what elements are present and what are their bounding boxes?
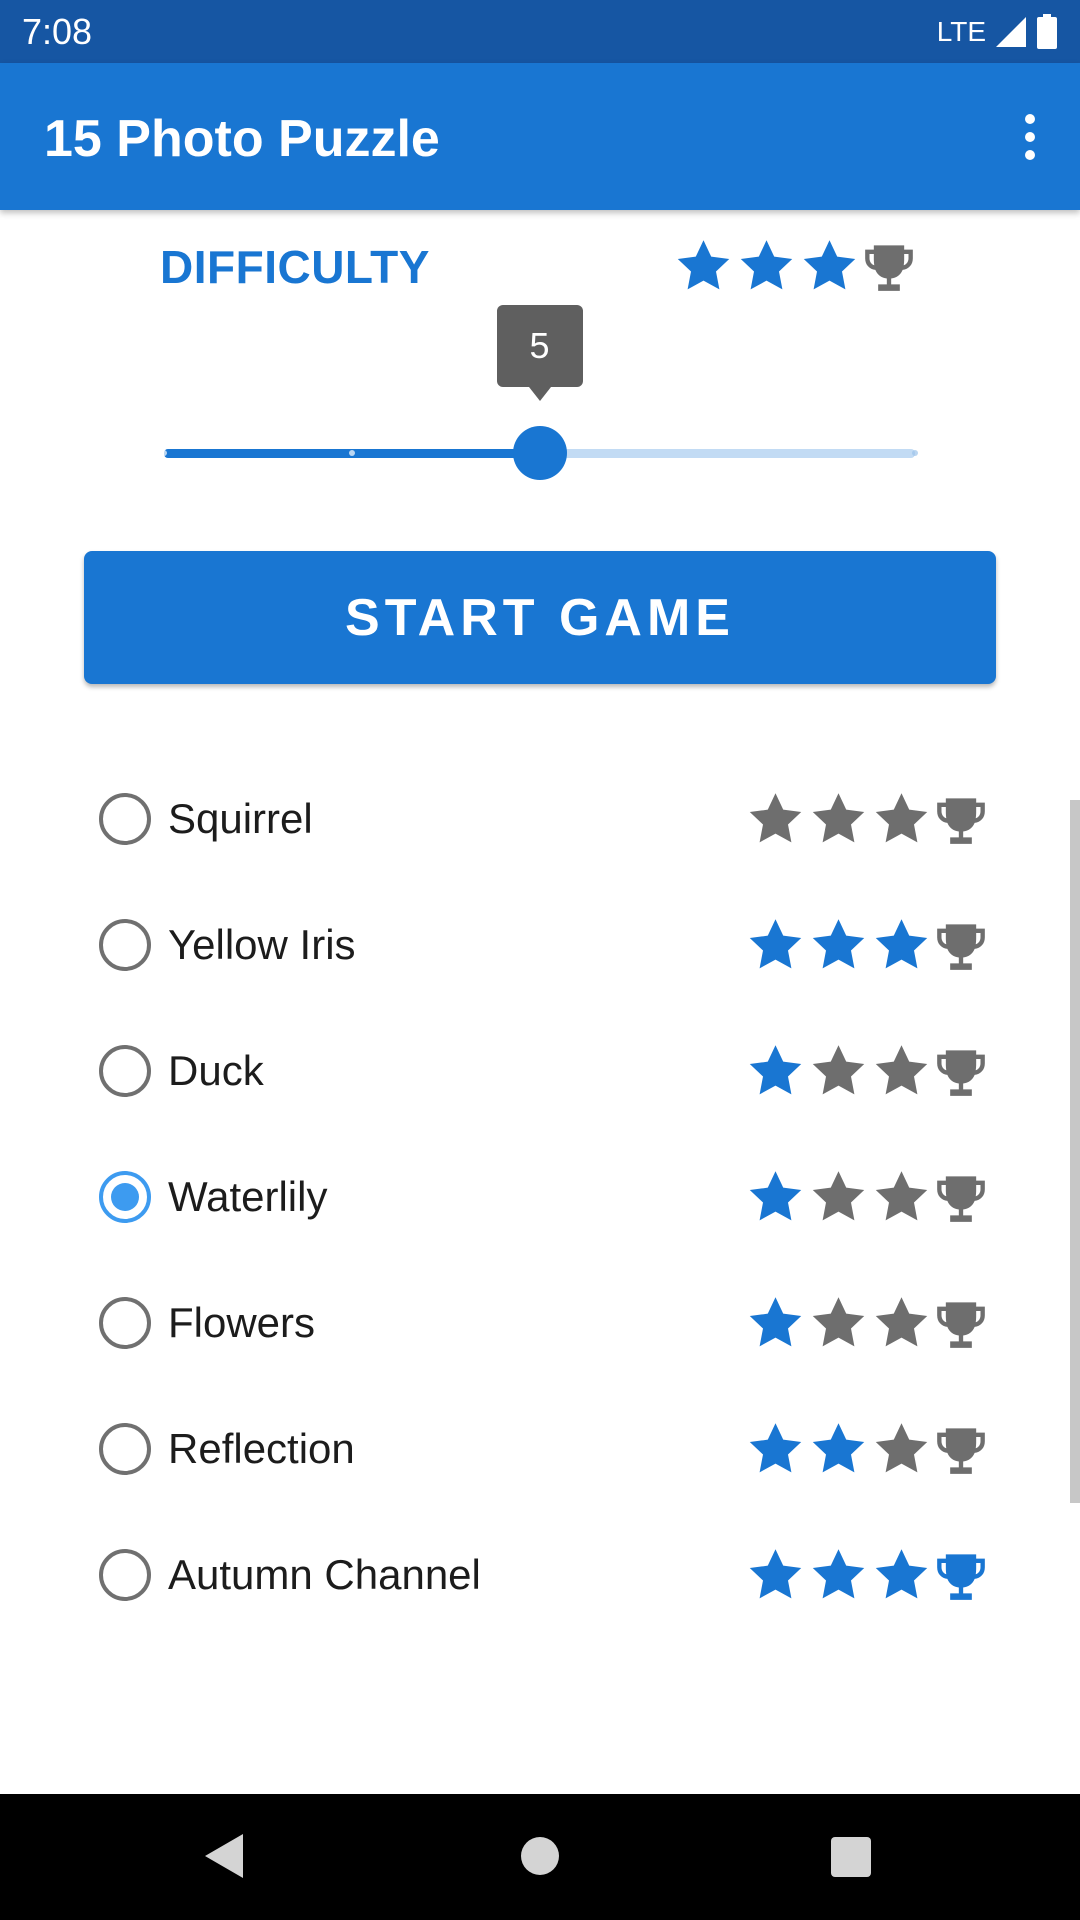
puzzle-name: Flowers: [168, 1299, 316, 1346]
app-bar: 15 Photo Puzzle: [0, 63, 1080, 210]
star-filled-icon: [875, 1549, 928, 1599]
start-game-button[interactable]: START GAME: [84, 551, 996, 684]
puzzle-list-item[interactable]: Squirrel: [0, 762, 1080, 888]
star-empty-icon: [812, 793, 865, 843]
puzzle-list-item[interactable]: Flowers: [0, 1266, 1080, 1392]
slider-tick: [161, 450, 167, 456]
star-empty-icon: [812, 1297, 865, 1347]
trophy-icon: [937, 1301, 985, 1348]
back-triangle-icon[interactable]: [205, 1834, 243, 1878]
navigation-bar: [0, 1794, 1080, 1920]
star-filled-icon: [749, 1045, 802, 1095]
star-empty-icon: [875, 793, 928, 843]
puzzle-radio-button[interactable]: [99, 1045, 151, 1097]
puzzle-name: Squirrel: [168, 795, 313, 842]
trophy-icon: [937, 1175, 985, 1222]
more-vert-icon[interactable]: [1000, 105, 1060, 169]
puzzle-rating: [744, 788, 987, 851]
puzzle-rating: [744, 1166, 987, 1229]
star-filled-icon: [749, 1423, 802, 1473]
trophy-icon: [937, 797, 985, 844]
difficulty-slider[interactable]: 5: [160, 305, 920, 480]
slider-thumb[interactable]: [512, 426, 567, 480]
star-empty-icon: [812, 1045, 865, 1095]
recents-square-icon[interactable]: [831, 1837, 871, 1877]
star-empty-icon: [749, 793, 802, 843]
trophy-icon: [937, 923, 985, 970]
puzzle-list-item[interactable]: Duck: [0, 1014, 1080, 1140]
star-empty-icon: [875, 1045, 928, 1095]
puzzle-name: Yellow Iris: [168, 921, 356, 968]
star-filled-icon: [749, 919, 802, 969]
puzzle-radio-button[interactable]: [99, 1423, 151, 1475]
trophy-icon: [937, 1427, 985, 1474]
status-time: 7:08: [22, 11, 93, 52]
status-icons: LTE: [937, 12, 1058, 52]
puzzle-list-item[interactable]: Autumn Channel: [0, 1518, 1080, 1644]
star-empty-icon: [875, 1171, 928, 1221]
puzzle-list-item[interactable]: Yellow Iris: [0, 888, 1080, 1014]
puzzle-name: Reflection: [168, 1425, 355, 1472]
puzzle-list-item[interactable]: Reflection: [0, 1392, 1080, 1518]
star-empty-icon: [875, 1423, 928, 1473]
puzzle-radio-button[interactable]: [99, 1549, 151, 1601]
puzzle-radio-button[interactable]: [99, 793, 151, 845]
puzzle-rating: [744, 1544, 987, 1607]
star-empty-icon: [812, 1171, 865, 1221]
puzzle-rating: [744, 1418, 987, 1481]
radio-selected-dot: [111, 1183, 139, 1211]
star-filled-icon: [803, 240, 856, 290]
status-bar: 7:08 LTE: [0, 0, 1080, 63]
star-filled-icon: [812, 1423, 865, 1473]
trophy-icon: [937, 1049, 985, 1096]
home-circle-icon[interactable]: [521, 1837, 559, 1875]
signal-icon: [996, 17, 1026, 47]
star-filled-icon: [812, 919, 865, 969]
star-filled-icon: [875, 919, 928, 969]
scrollbar[interactable]: [1070, 800, 1080, 1503]
difficulty-rating: [672, 235, 915, 298]
puzzle-rating: [744, 914, 987, 977]
star-filled-icon: [749, 1297, 802, 1347]
slider-tick: [348, 450, 355, 456]
star-empty-icon: [875, 1297, 928, 1347]
puzzle-name: Waterlily: [168, 1173, 328, 1220]
puzzle-radio-button[interactable]: [99, 1171, 151, 1223]
puzzle-name: Duck: [168, 1047, 264, 1094]
slider-value-label: 5: [496, 305, 583, 401]
battery-icon: [1037, 14, 1057, 49]
difficulty-label: DIFFICULTY: [160, 241, 430, 293]
star-filled-icon: [740, 240, 793, 290]
star-filled-icon: [812, 1549, 865, 1599]
puzzle-name: Autumn Channel: [168, 1551, 481, 1598]
app-title: 15 Photo Puzzle: [44, 110, 440, 168]
puzzle-list-item[interactable]: Waterlily: [0, 1140, 1080, 1266]
puzzle-rating: [744, 1040, 987, 1103]
puzzle-rating: [744, 1292, 987, 1355]
network-type: LTE: [936, 16, 986, 47]
main-content: DIFFICULTY 5 START GAME Squirrel Yellow I…: [0, 210, 1080, 1794]
puzzle-radio-button[interactable]: [99, 919, 151, 971]
trophy-icon: [937, 1553, 985, 1600]
slider-tick: [912, 450, 918, 456]
trophy-icon: [865, 244, 913, 291]
star-filled-icon: [749, 1549, 802, 1599]
star-filled-icon: [677, 240, 730, 290]
star-filled-icon: [749, 1171, 802, 1221]
puzzle-radio-button[interactable]: [99, 1297, 151, 1349]
puzzle-list: Squirrel Yellow Iris Duck Waterlily Flowers R…: [0, 762, 1080, 1644]
